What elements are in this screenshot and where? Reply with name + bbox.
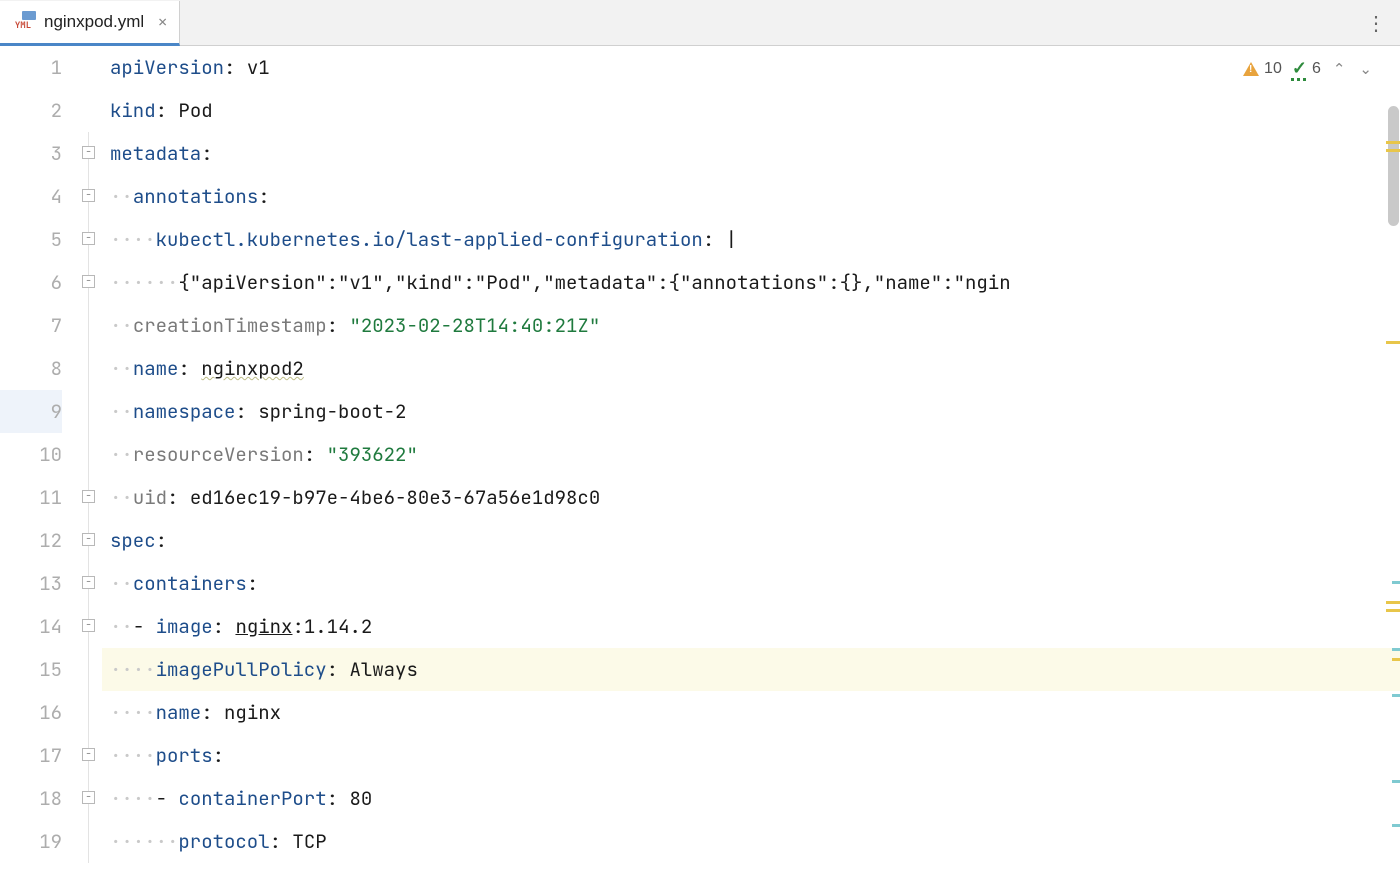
code-line[interactable]: apiVersion: v1 — [102, 46, 1400, 89]
line-number[interactable]: 10 — [0, 433, 62, 476]
code-line[interactable]: ··uid: ed16ec19-b97e-4be6-80e3-67a56e1d9… — [102, 476, 1400, 519]
fold-handle[interactable]: − — [82, 275, 95, 288]
code-line[interactable]: ····ports: — [102, 734, 1400, 777]
error-stripe-marker[interactable] — [1392, 658, 1400, 661]
code-line[interactable]: ··namespace: spring-boot-2 — [102, 390, 1400, 433]
line-number[interactable]: 19 — [0, 820, 62, 863]
line-number[interactable]: 15 — [0, 648, 62, 691]
line-number[interactable]: 11 — [0, 476, 62, 519]
code-line[interactable]: ··name: nginxpod2 — [102, 347, 1400, 390]
editor: 12345678910111213141516171819 −−−−−−−−−−… — [0, 46, 1400, 888]
prev-highlight-button[interactable]: ⌃ — [1331, 60, 1348, 78]
line-number[interactable]: 8 — [0, 347, 62, 390]
fold-gutter[interactable]: − − − − − − − − − − — [80, 46, 102, 888]
line-number[interactable]: 17 — [0, 734, 62, 777]
line-number[interactable]: 7 — [0, 304, 62, 347]
error-stripe-marker[interactable] — [1392, 648, 1400, 651]
tab-overflow-menu[interactable]: ⋮ — [1352, 0, 1400, 45]
line-number[interactable]: 6 — [0, 261, 62, 304]
error-stripe-marker[interactable] — [1386, 141, 1400, 144]
next-highlight-button[interactable]: ⌄ — [1357, 60, 1374, 78]
error-stripe-marker[interactable] — [1392, 824, 1400, 827]
warnings-count: 10 — [1264, 60, 1282, 78]
code-line[interactable]: ····- containerPort: 80 — [102, 777, 1400, 820]
fold-handle[interactable]: − — [82, 189, 95, 202]
error-stripe-marker[interactable] — [1392, 581, 1400, 584]
line-number[interactable]: 18 — [0, 777, 62, 820]
line-number[interactable]: 1 — [0, 46, 62, 89]
tab-nginxpod[interactable]: YML nginxpod.yml ✕ — [0, 1, 180, 46]
fold-handle[interactable]: − — [82, 490, 95, 503]
tab-label: nginxpod.yml — [44, 12, 144, 32]
error-stripe-marker[interactable] — [1386, 601, 1400, 604]
inspections-widget[interactable]: 10 ✓ 6 ⌃ ⌄ — [1243, 58, 1374, 79]
line-number[interactable]: 14 — [0, 605, 62, 648]
error-stripe-marker[interactable] — [1386, 609, 1400, 612]
kebab-icon: ⋮ — [1366, 10, 1386, 36]
typo-icon: ✓ — [1292, 58, 1307, 79]
code-line[interactable]: metadata: — [102, 132, 1400, 175]
line-number[interactable]: 12 — [0, 519, 62, 562]
code-line[interactable]: ····imagePullPolicy: Always — [102, 648, 1400, 691]
fold-handle[interactable]: − — [82, 146, 95, 159]
error-stripe-marker[interactable] — [1386, 341, 1400, 344]
line-number[interactable]: 16 — [0, 691, 62, 734]
line-number[interactable]: 13 — [0, 562, 62, 605]
code-line[interactable]: ··- image: nginx:1.14.2 — [102, 605, 1400, 648]
fold-handle[interactable]: − — [82, 232, 95, 245]
typos-indicator[interactable]: ✓ 6 — [1292, 58, 1321, 79]
fold-handle[interactable]: − — [82, 533, 95, 546]
line-number[interactable]: 2 — [0, 89, 62, 132]
error-stripe-marker[interactable] — [1392, 780, 1400, 783]
line-number[interactable]: 5 — [0, 218, 62, 261]
line-number-gutter[interactable]: 12345678910111213141516171819 — [0, 46, 80, 888]
line-number[interactable]: 3 — [0, 132, 62, 175]
error-stripe-marker[interactable] — [1386, 149, 1400, 152]
line-number[interactable]: 4 — [0, 175, 62, 218]
close-icon[interactable]: ✕ — [158, 12, 167, 32]
fold-handle[interactable]: − — [82, 791, 95, 804]
warning-icon — [1243, 62, 1259, 76]
code-line[interactable]: ······{"apiVersion":"v1","kind":"Pod","m… — [102, 261, 1400, 304]
code-line[interactable]: kind: Pod — [102, 89, 1400, 132]
code-line[interactable]: ····kubectl.kubernetes.io/last-applied-c… — [102, 218, 1400, 261]
code-line[interactable]: ··annotations: — [102, 175, 1400, 218]
fold-handle[interactable]: − — [82, 576, 95, 589]
code-line[interactable]: ····name: nginx — [102, 691, 1400, 734]
fold-handle[interactable]: − — [82, 748, 95, 761]
error-stripe[interactable] — [1386, 46, 1400, 888]
code-line[interactable]: spec: — [102, 519, 1400, 562]
code-line[interactable]: ······protocol: TCP — [102, 820, 1400, 863]
typos-count: 6 — [1312, 60, 1321, 78]
code-line[interactable]: ··resourceVersion: "393622" — [102, 433, 1400, 476]
scrollbar-thumb[interactable] — [1388, 106, 1399, 226]
yaml-file-icon: YML — [10, 12, 36, 32]
tab-bar: YML nginxpod.yml ✕ ⋮ — [0, 0, 1400, 46]
code-line[interactable]: ··containers: — [102, 562, 1400, 605]
code-area[interactable]: 10 ✓ 6 ⌃ ⌄ apiVersion: v1kind: Podmetada… — [102, 46, 1400, 888]
line-number[interactable]: 9 — [0, 390, 62, 433]
error-stripe-marker[interactable] — [1392, 694, 1400, 697]
code-line[interactable]: ··creationTimestamp: "2023-02-28T14:40:2… — [102, 304, 1400, 347]
fold-handle[interactable]: − — [82, 619, 95, 632]
warnings-indicator[interactable]: 10 — [1243, 60, 1282, 78]
